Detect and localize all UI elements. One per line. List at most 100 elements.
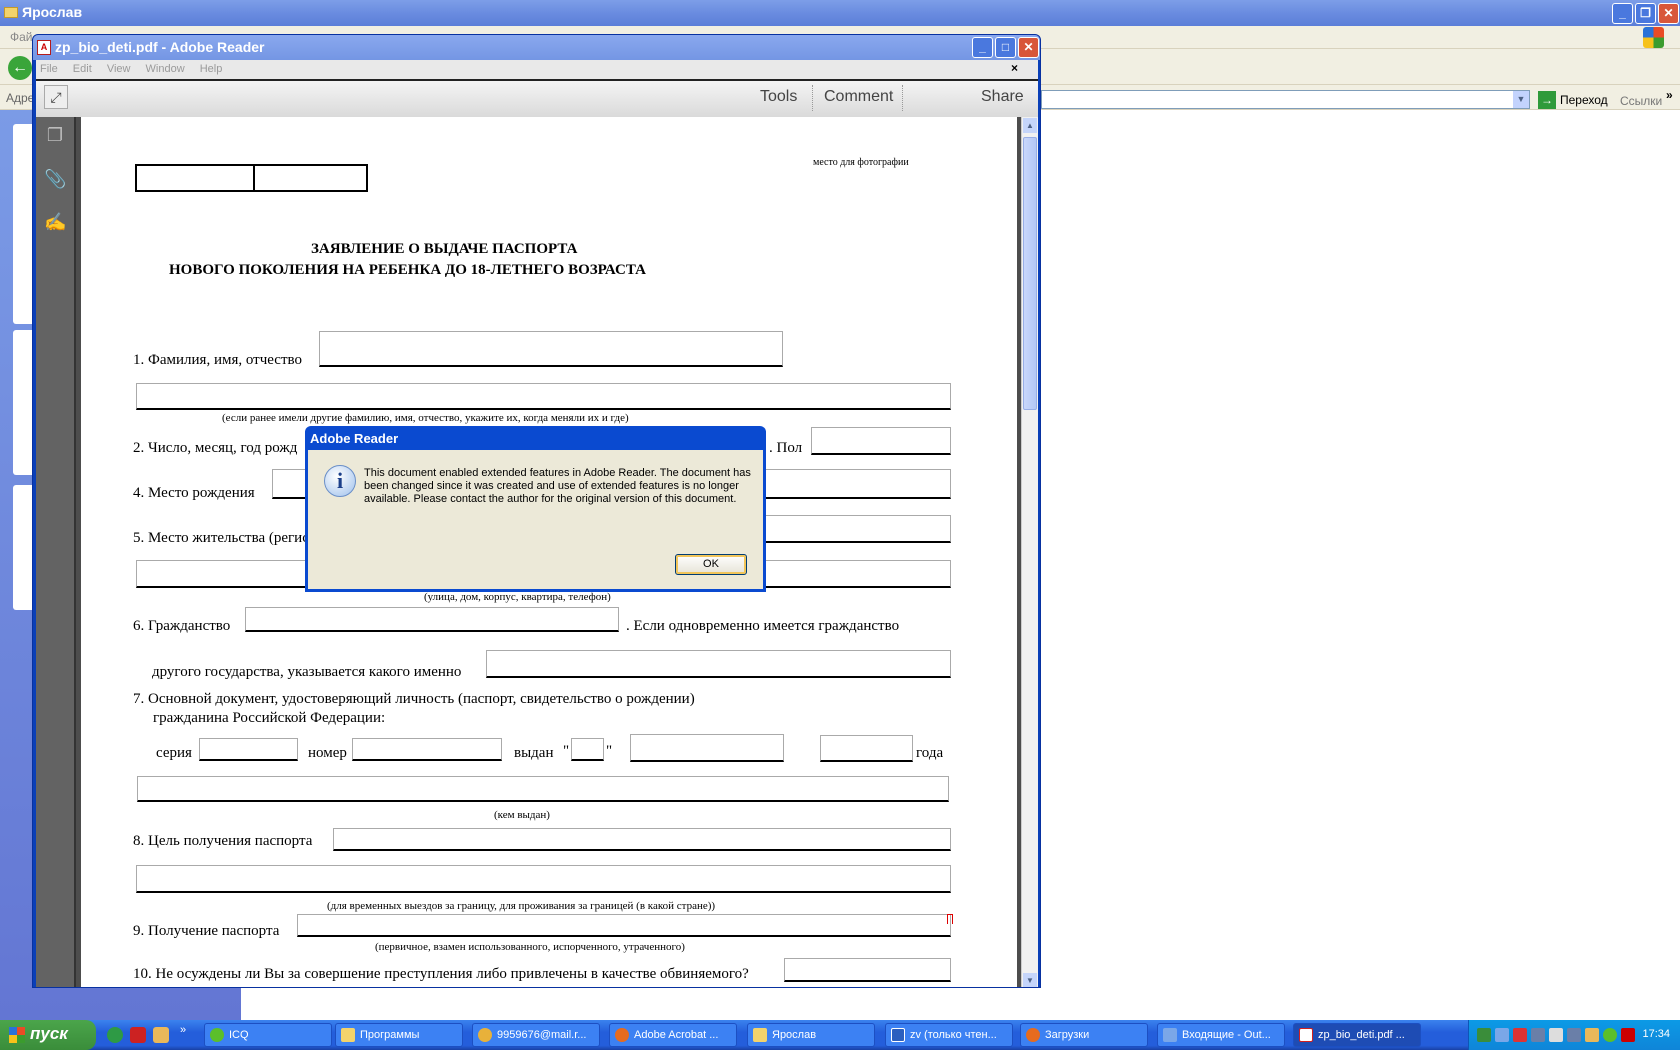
pdf-icon [1299, 1028, 1313, 1042]
divider [902, 85, 903, 111]
menu-window[interactable]: Window [146, 63, 185, 75]
issue-day-field[interactable] [571, 738, 604, 761]
reader-title: zp_bio_deti.pdf - Adobe Reader [55, 39, 265, 55]
menu-help[interactable]: Help [200, 63, 223, 75]
network-icon[interactable] [1567, 1028, 1581, 1042]
issued-by-field[interactable] [137, 776, 949, 802]
caption: (если ранее имели другие фамилию, имя, о… [222, 412, 629, 424]
icq-icon[interactable] [1603, 1028, 1617, 1042]
minimize-button[interactable]: _ [972, 37, 993, 58]
sex-field[interactable] [811, 427, 951, 455]
utorrent-icon[interactable] [107, 1027, 123, 1043]
issue-month-field[interactable] [630, 734, 784, 762]
menu-edit[interactable]: Edit [73, 63, 92, 75]
label-sex: . Пол [769, 440, 803, 456]
task-label: ICQ [229, 1029, 249, 1041]
start-button[interactable]: пуск [0, 1020, 96, 1050]
go-button[interactable]: → Переход [1538, 90, 1608, 110]
share-button[interactable]: Share [981, 88, 1024, 106]
code-boxes [135, 164, 368, 192]
divider [812, 85, 813, 111]
label-birth-place: 4. Место рождения [133, 485, 255, 501]
task-firefox-acrobat[interactable]: Adobe Acrobat ... [609, 1023, 737, 1047]
task-outlook[interactable]: Входящие - Out... [1157, 1023, 1285, 1047]
scroll-down-icon[interactable]: ▼ [1023, 973, 1037, 987]
form-subtitle: НОВОГО ПОКОЛЕНИЯ НА РЕБЕНКА ДО 18-ЛЕТНЕГ… [169, 262, 646, 278]
form-title: ЗАЯВЛЕНИЕ О ВЫДАЧЕ ПАСПОРТА [311, 241, 578, 257]
dialog-message: This document enabled extended features … [364, 467, 751, 505]
previous-names-field[interactable] [136, 383, 951, 410]
task-word-zv[interactable]: zv (только чтен... [885, 1023, 1013, 1047]
maximize-button[interactable]: □ [995, 37, 1016, 58]
menu-file[interactable]: File [40, 63, 58, 75]
clock: 17:34 [1642, 1028, 1670, 1040]
task-label: Adobe Acrobat ... [634, 1029, 719, 1041]
task-yaroslav[interactable]: Ярослав [747, 1023, 875, 1047]
tools-button[interactable]: Tools [760, 88, 797, 106]
label-number: номер [308, 745, 347, 761]
series-field[interactable] [199, 738, 298, 761]
restore-button[interactable]: ❐ [1635, 3, 1656, 24]
tray-icon[interactable] [1477, 1028, 1491, 1042]
quicklaunch-icon[interactable] [130, 1027, 146, 1043]
citizenship-field[interactable] [245, 607, 619, 632]
scroll-up-icon[interactable]: ▲ [1023, 118, 1037, 133]
reader-title-bar: A zp_bio_deti.pdf - Adobe Reader _ □ ✕ [33, 35, 1040, 60]
dialog-body: i This document enabled extended feature… [308, 450, 763, 589]
caption: (кем выдан) [494, 809, 550, 821]
tray-icon[interactable] [1495, 1028, 1509, 1042]
back-button[interactable]: ← [8, 56, 32, 80]
photo-label: место для фотографии [813, 157, 909, 168]
receipt-field[interactable] [297, 914, 951, 937]
start-label: пуск [30, 1024, 68, 1043]
pages-icon[interactable]: ❐ [44, 125, 66, 147]
expand-icon[interactable]: ⤢ [44, 85, 68, 109]
chevron-down-icon[interactable]: ▼ [1513, 91, 1529, 108]
paperclip-icon[interactable]: 📎 [44, 169, 66, 191]
menu-view[interactable]: View [107, 63, 131, 75]
task-label: zp_bio_deti.pdf ... [1318, 1029, 1405, 1041]
task-adobe-reader[interactable]: zp_bio_deti.pdf ... [1293, 1023, 1421, 1047]
close-button[interactable]: ✕ [1658, 3, 1679, 24]
network-icon[interactable] [1531, 1028, 1545, 1042]
signature-icon[interactable]: ✍ [44, 212, 66, 234]
comment-button[interactable]: Comment [824, 88, 893, 106]
tray-icon[interactable] [1621, 1028, 1635, 1042]
info-icon: i [324, 465, 356, 497]
links-button[interactable]: Ссылки [1620, 94, 1662, 108]
explorer-title: Ярослав [22, 4, 83, 20]
label-citizenship: 6. Гражданство [133, 618, 231, 634]
task-downloads[interactable]: Загрузки [1020, 1023, 1148, 1047]
quicklaunch-icon[interactable] [153, 1027, 169, 1043]
windows-flag-icon [9, 1027, 25, 1043]
task-programs[interactable]: Программы [335, 1023, 463, 1047]
close-button[interactable]: ✕ [1018, 37, 1039, 58]
full-name-field[interactable] [319, 331, 783, 367]
number-field[interactable] [352, 738, 502, 761]
vertical-scrollbar[interactable]: ▲ ▼ [1021, 117, 1038, 987]
antivirus-icon[interactable] [1513, 1028, 1527, 1042]
label-id-document: 7. Основной документ, удостоверяющий лич… [133, 691, 695, 707]
close-document-button[interactable]: × [1011, 61, 1018, 75]
ok-button[interactable]: OK [675, 554, 747, 575]
issue-year-field[interactable] [820, 735, 913, 762]
purpose-field-2[interactable] [136, 865, 951, 893]
task-chrome-mail[interactable]: 9959676@mail.r... [472, 1023, 600, 1047]
address-input[interactable] [1041, 90, 1530, 109]
task-label: Загрузки [1045, 1029, 1090, 1041]
convictions-field[interactable] [784, 958, 951, 982]
other-citizenship-field[interactable] [486, 650, 951, 678]
quicklaunch-more-icon[interactable]: » [180, 1024, 186, 1036]
label-issued: выдан [514, 745, 554, 761]
tray-icon[interactable] [1585, 1028, 1599, 1042]
minimize-button[interactable]: _ [1612, 3, 1633, 24]
task-label: Ярослав [772, 1029, 817, 1041]
firefox-icon [615, 1028, 629, 1042]
menu-file[interactable]: Фай [10, 30, 33, 44]
more-chevron[interactable]: » [1666, 88, 1673, 102]
task-icq[interactable]: ICQ [204, 1023, 332, 1047]
volume-icon[interactable] [1549, 1028, 1563, 1042]
scroll-thumb[interactable] [1023, 137, 1037, 410]
purpose-field[interactable] [333, 828, 951, 851]
label-receipt: 9. Получение паспорта [133, 923, 280, 939]
